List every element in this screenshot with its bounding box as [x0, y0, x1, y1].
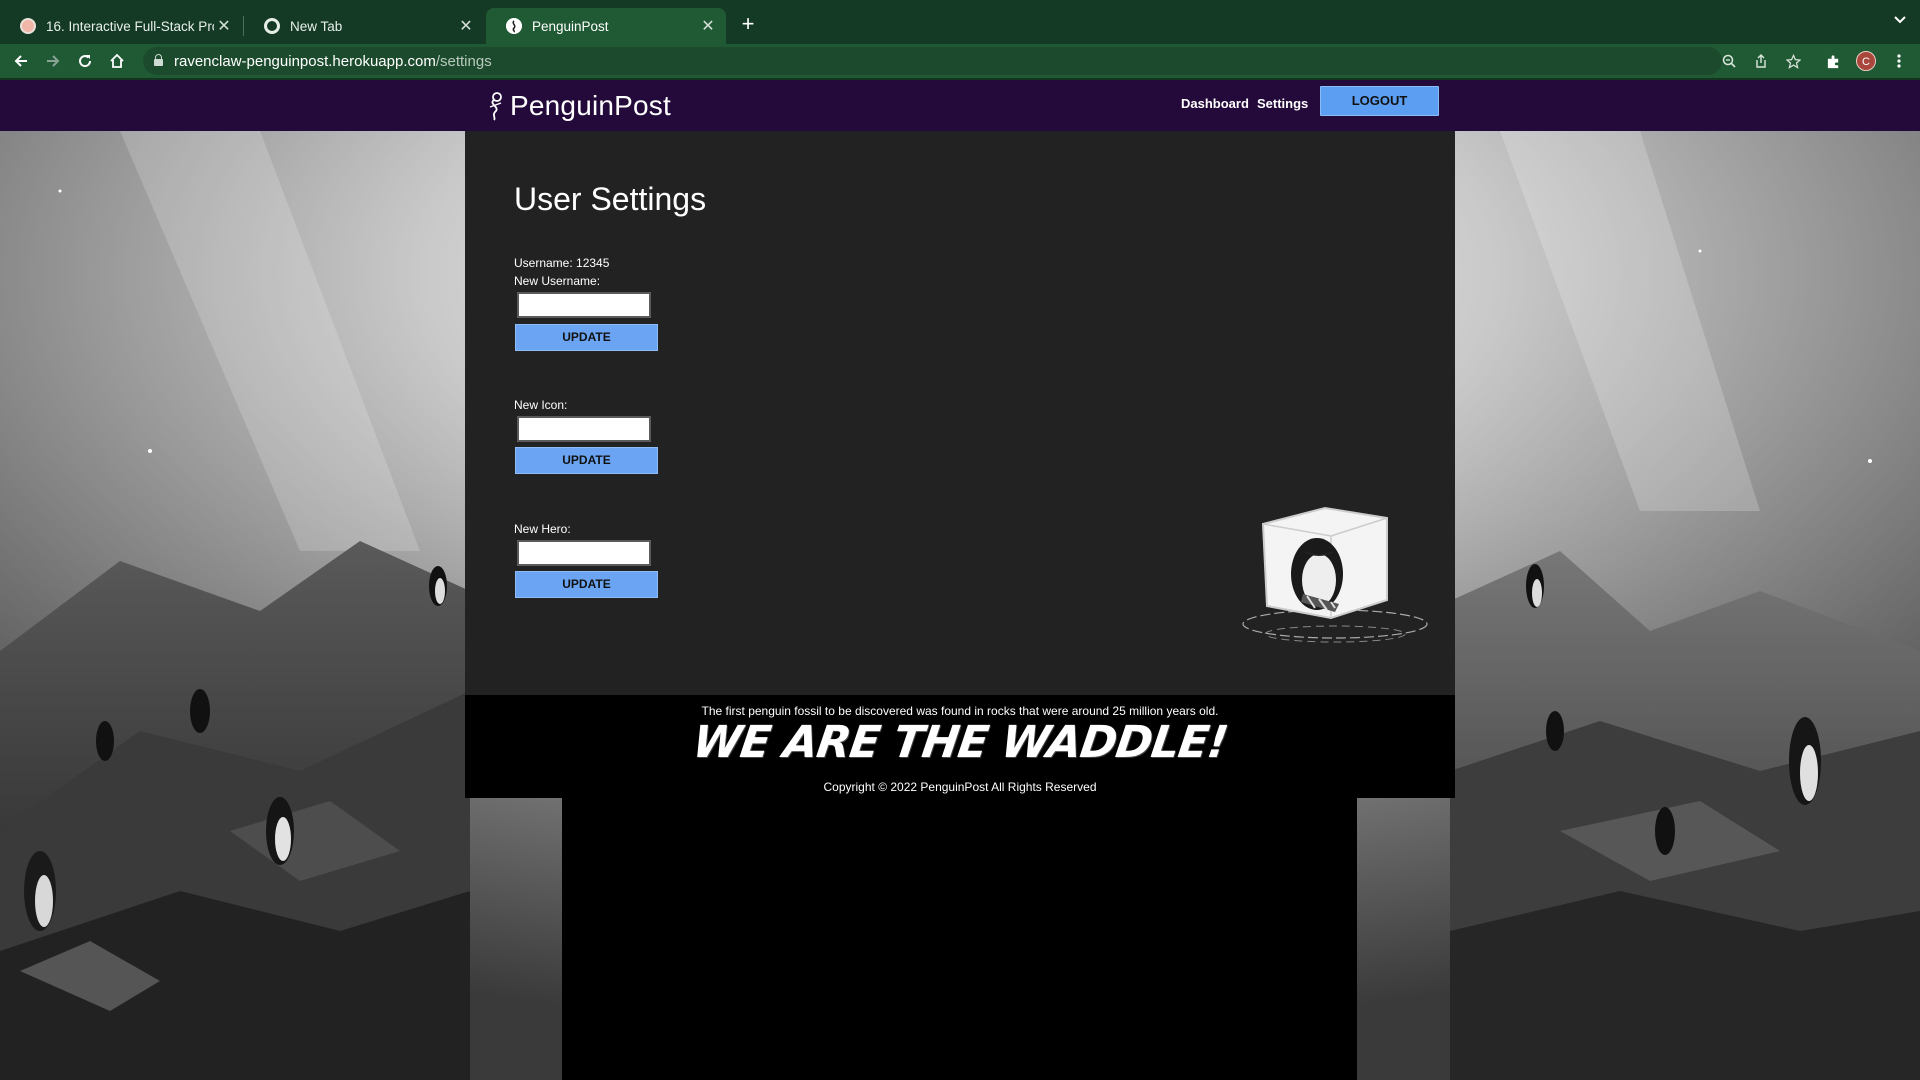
chrome-favicon-icon: [264, 18, 280, 34]
url-text: ravenclaw-penguinpost.herokuapp.com/sett…: [174, 53, 492, 70]
bookmark-star-icon[interactable]: [1781, 49, 1805, 73]
more-menu-icon[interactable]: [1887, 49, 1911, 73]
penguinpost-favicon-icon: [506, 18, 522, 34]
penguin-logo-icon: [489, 92, 502, 121]
tab-title: PenguinPost: [532, 18, 609, 34]
copyright-text: Copyright © 2022 PenguinPost All Rights …: [823, 780, 1097, 794]
back-arrow-icon[interactable]: [9, 49, 33, 73]
browser-tab-strip: 16. Interactive Full-Stack Proje ✕ New T…: [0, 0, 1920, 44]
home-icon[interactable]: [105, 49, 129, 73]
page-viewport: PenguinPost Dashboard Settings LOGOUT Us…: [0, 80, 1920, 1080]
lower-content-block: [562, 798, 1357, 1080]
penguin-ice-cube-illustration: [1242, 506, 1428, 643]
brand-name: PenguinPost: [510, 90, 671, 121]
browser-toolbar: ravenclaw-penguinpost.herokuapp.com/sett…: [0, 44, 1920, 78]
nav-dashboard-link[interactable]: Dashboard: [1181, 96, 1249, 111]
brand-logo[interactable]: PenguinPost: [486, 88, 671, 124]
nav-settings-link[interactable]: Settings: [1257, 96, 1308, 111]
reload-icon[interactable]: [73, 49, 97, 73]
tab-interactive-full-stack[interactable]: 16. Interactive Full-Stack Proje ✕: [0, 8, 242, 44]
new-username-label: New Username:: [514, 274, 601, 288]
new-hero-input[interactable]: [517, 540, 651, 566]
penguin-fact: The first penguin fossil to be discovere…: [701, 704, 1219, 718]
url-domain: ravenclaw-penguinpost.herokuapp.com: [174, 53, 436, 70]
site-navbar: PenguinPost Dashboard Settings LOGOUT: [0, 80, 1920, 131]
address-bar[interactable]: ravenclaw-penguinpost.herokuapp.com/sett…: [143, 47, 1722, 75]
page-title: User Settings: [514, 181, 707, 217]
current-username: Username: 12345: [514, 256, 610, 270]
settings-panel: User Settings Username: 12345 New Userna…: [465, 131, 1455, 695]
logout-button[interactable]: LOGOUT: [1320, 86, 1439, 116]
footer-slogan: WE ARE THE WADDLE!: [689, 717, 1231, 768]
update-icon-button[interactable]: UPDATE: [515, 447, 658, 474]
zoom-icon[interactable]: [1717, 49, 1741, 73]
tab-new-tab[interactable]: New Tab ✕: [244, 8, 484, 44]
url-path: /settings: [435, 53, 492, 70]
new-hero-label: New Hero:: [514, 522, 571, 536]
lock-icon[interactable]: [154, 54, 163, 66]
profile-avatar[interactable]: C: [1856, 51, 1876, 71]
new-icon-label: New Icon:: [514, 398, 568, 412]
close-tab-icon[interactable]: ✕: [214, 16, 234, 36]
tab-favicon-icon: [20, 18, 36, 34]
tab-penguinpost[interactable]: PenguinPost ✕: [486, 8, 726, 44]
update-username-button[interactable]: UPDATE: [515, 324, 658, 351]
forward-arrow-icon[interactable]: [41, 49, 65, 73]
close-tab-icon[interactable]: ✕: [698, 16, 718, 36]
share-icon[interactable]: [1749, 49, 1773, 73]
tab-title: 16. Interactive Full-Stack Proje: [46, 18, 214, 34]
tab-search-chevron-icon[interactable]: [1894, 12, 1906, 28]
new-username-input[interactable]: [517, 292, 651, 318]
new-tab-button[interactable]: +: [737, 12, 759, 38]
update-hero-button[interactable]: UPDATE: [515, 571, 658, 598]
tab-title: New Tab: [290, 18, 343, 34]
site-footer: The first penguin fossil to be discovere…: [465, 695, 1455, 798]
new-icon-input[interactable]: [517, 416, 651, 442]
close-tab-icon[interactable]: ✕: [456, 16, 476, 36]
extensions-icon[interactable]: [1821, 49, 1845, 73]
